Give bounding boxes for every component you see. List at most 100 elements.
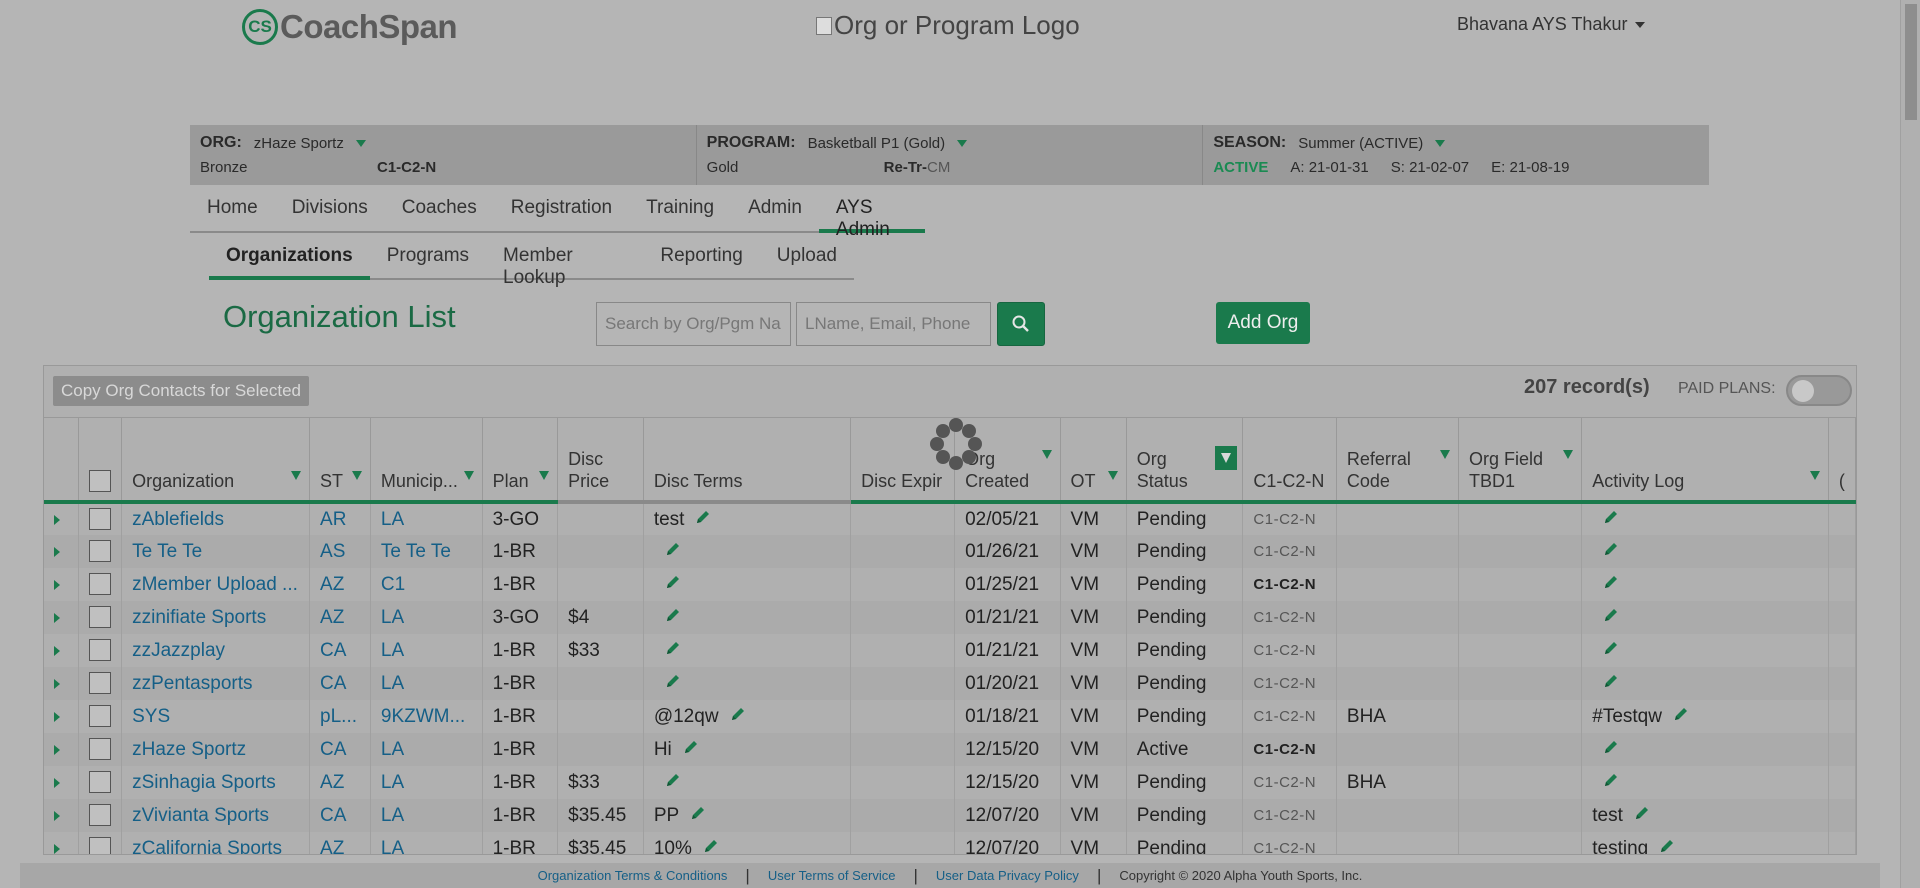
row-select[interactable] bbox=[78, 733, 123, 766]
search-button[interactable] bbox=[997, 302, 1045, 346]
table-row[interactable]: zzinifiate Sports AZ LA 3-GO $4 01/21/21 VM Pen… bbox=[44, 601, 1856, 634]
cell-activity-log[interactable]: #Testqw bbox=[1581, 700, 1829, 733]
funnel-icon[interactable] bbox=[1809, 471, 1820, 480]
user-terms-link[interactable]: User Terms of Service bbox=[768, 868, 896, 883]
cell-st[interactable]: AS bbox=[309, 535, 371, 568]
subnav-member-lookup[interactable]: Member Lookup bbox=[486, 236, 643, 288]
col-org-status[interactable]: Org Status bbox=[1126, 418, 1244, 504]
cell-municipality[interactable]: LA bbox=[370, 601, 483, 634]
cell-disc-terms[interactable] bbox=[643, 634, 852, 667]
row-expander[interactable] bbox=[44, 667, 80, 700]
pencil-icon[interactable] bbox=[664, 573, 682, 597]
scrollbar-thumb[interactable] bbox=[1905, 4, 1917, 120]
page-scrollbar[interactable] bbox=[1900, 0, 1920, 888]
table-row[interactable]: Te Te Te AS Te Te Te 1-BR 01/26/21 VM Pending C… bbox=[44, 535, 1856, 568]
cell-activity-log[interactable]: test bbox=[1581, 799, 1829, 832]
expander-icon[interactable] bbox=[54, 645, 60, 656]
expander-icon[interactable] bbox=[54, 843, 60, 854]
active-filter-funnel-icon[interactable] bbox=[1215, 446, 1238, 470]
pencil-icon[interactable] bbox=[694, 508, 712, 532]
cell-organization[interactable]: zCalifornia Sports bbox=[121, 832, 311, 854]
row-select[interactable] bbox=[78, 535, 123, 568]
cell-municipality[interactable]: Te Te Te bbox=[370, 535, 483, 568]
row-expander[interactable] bbox=[44, 832, 80, 854]
cell-activity-log[interactable] bbox=[1581, 667, 1829, 700]
cell-st[interactable]: AZ bbox=[309, 832, 371, 854]
pencil-icon[interactable] bbox=[664, 540, 682, 564]
cell-disc-terms[interactable] bbox=[643, 568, 852, 601]
expander-icon[interactable] bbox=[54, 579, 60, 590]
cell-disc-terms[interactable]: Hi bbox=[643, 733, 852, 766]
row-checkbox[interactable] bbox=[89, 606, 112, 629]
cell-organization[interactable]: zSinhagia Sports bbox=[121, 766, 311, 799]
row-select[interactable] bbox=[78, 601, 123, 634]
cell-activity-log[interactable] bbox=[1581, 601, 1829, 634]
pencil-icon[interactable] bbox=[664, 771, 682, 795]
funnel-icon[interactable] bbox=[463, 471, 474, 480]
row-expander[interactable] bbox=[44, 799, 80, 832]
row-select[interactable] bbox=[78, 667, 123, 700]
table-row[interactable]: zVivianta Sports CA LA 1-BR $35.45 PP 12/07/20… bbox=[44, 799, 1856, 832]
row-expander[interactable] bbox=[44, 700, 80, 733]
pencil-icon[interactable] bbox=[664, 606, 682, 630]
cell-st[interactable]: AZ bbox=[309, 568, 371, 601]
org-value[interactable]: zHaze Sportz bbox=[254, 135, 344, 152]
pencil-icon[interactable] bbox=[1633, 804, 1651, 828]
row-select[interactable] bbox=[78, 799, 123, 832]
program-value[interactable]: Basketball P1 (Gold) bbox=[808, 135, 946, 152]
col-plan[interactable]: Plan bbox=[482, 418, 559, 504]
pencil-icon[interactable] bbox=[682, 738, 700, 762]
subnav-programs[interactable]: Programs bbox=[370, 236, 486, 280]
table-row[interactable]: zHaze Sportz CA LA 1-BR Hi 12/15/20 VM Active C1… bbox=[44, 733, 1856, 766]
cell-st[interactable]: CA bbox=[309, 733, 371, 766]
cell-activity-log[interactable] bbox=[1581, 634, 1829, 667]
col-disc-price[interactable]: Disc Price bbox=[557, 418, 644, 504]
row-checkbox[interactable] bbox=[89, 738, 112, 761]
row-checkbox[interactable] bbox=[89, 639, 112, 662]
row-expander[interactable] bbox=[44, 766, 80, 799]
row-checkbox[interactable] bbox=[89, 540, 112, 563]
season-value[interactable]: Summer (ACTIVE) bbox=[1298, 135, 1423, 152]
pencil-icon[interactable] bbox=[1602, 639, 1620, 663]
col-disc-terms[interactable]: Disc Terms bbox=[643, 418, 852, 504]
cell-activity-log[interactable] bbox=[1581, 568, 1829, 601]
col-referral-code[interactable]: Referral Code bbox=[1336, 418, 1460, 504]
cell-st[interactable]: CA bbox=[309, 667, 371, 700]
row-expander[interactable] bbox=[44, 535, 80, 568]
cell-municipality[interactable]: LA bbox=[370, 634, 483, 667]
col-org-field-tbd1[interactable]: Org Field TBD1 bbox=[1458, 418, 1583, 504]
subnav-reporting[interactable]: Reporting bbox=[643, 236, 759, 280]
table-row[interactable]: zAblefields AR LA 3-GO test 02/05/21 VM Pending… bbox=[44, 502, 1856, 535]
subnav-upload[interactable]: Upload bbox=[760, 236, 854, 280]
pencil-icon[interactable] bbox=[729, 705, 747, 729]
pencil-icon[interactable] bbox=[1602, 672, 1620, 696]
cell-disc-terms[interactable] bbox=[643, 667, 852, 700]
cell-organization[interactable]: zMember Upload ... bbox=[121, 568, 311, 601]
cell-disc-terms[interactable]: test bbox=[643, 502, 852, 535]
col-c1-c2-n[interactable]: C1-C2-N bbox=[1242, 418, 1337, 504]
table-row[interactable]: zzPentasports CA LA 1-BR 01/20/21 VM Pending C1… bbox=[44, 667, 1856, 700]
expander-icon[interactable] bbox=[54, 777, 60, 788]
cell-disc-terms[interactable]: @12qw bbox=[643, 700, 852, 733]
nav-home[interactable]: Home bbox=[190, 187, 275, 233]
org-terms-link[interactable]: Organization Terms & Conditions bbox=[538, 868, 728, 883]
cell-activity-log[interactable] bbox=[1581, 502, 1829, 535]
expander-icon[interactable] bbox=[54, 612, 60, 623]
funnel-icon[interactable] bbox=[1440, 450, 1451, 459]
copy-org-contacts-button[interactable]: Copy Org Contacts for Selected bbox=[53, 376, 310, 406]
cell-organization[interactable]: zzPentasports bbox=[121, 667, 311, 700]
pencil-icon[interactable] bbox=[664, 672, 682, 696]
pencil-icon[interactable] bbox=[702, 837, 720, 855]
row-select[interactable] bbox=[78, 502, 123, 535]
cell-municipality[interactable]: 9KZWM... bbox=[370, 700, 483, 733]
pencil-icon[interactable] bbox=[1602, 606, 1620, 630]
row-checkbox[interactable] bbox=[89, 508, 112, 531]
pencil-icon[interactable] bbox=[664, 639, 682, 663]
table-row[interactable]: zzJazzplay CA LA 1-BR $33 01/21/21 VM Pending C1… bbox=[44, 634, 1856, 667]
expander-icon[interactable] bbox=[54, 711, 60, 722]
select-all-checkbox[interactable] bbox=[89, 470, 112, 492]
row-expander[interactable] bbox=[44, 733, 80, 766]
cell-st[interactable]: AR bbox=[309, 502, 371, 535]
expander-icon[interactable] bbox=[54, 810, 60, 821]
caret-down-icon[interactable] bbox=[957, 139, 968, 147]
